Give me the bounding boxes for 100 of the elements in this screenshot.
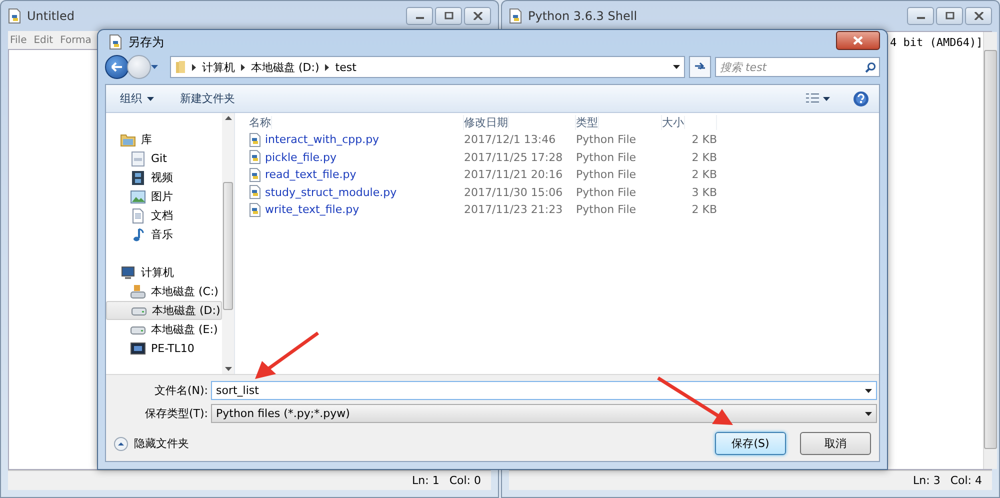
close-button[interactable] xyxy=(464,7,491,25)
back-button[interactable] xyxy=(105,55,129,79)
file-type: Python File xyxy=(576,186,638,199)
filename-field[interactable]: sort_list xyxy=(211,381,877,400)
image-icon xyxy=(130,190,146,204)
menu-item[interactable]: Forma xyxy=(60,34,92,46)
file-date: 2017/11/30 15:06 xyxy=(464,186,564,199)
close-icon xyxy=(853,36,863,44)
save-button[interactable]: 保存(S) xyxy=(715,432,786,455)
scroll-up-icon xyxy=(224,116,232,120)
nav-item[interactable]: 计算机 xyxy=(106,263,222,282)
breadcrumb-item[interactable]: 计算机 xyxy=(202,60,235,74)
file-date: 2017/11/21 20:16 xyxy=(464,168,564,182)
python-file-icon xyxy=(249,150,261,164)
dropdown-icon[interactable] xyxy=(865,388,872,392)
scrollbar[interactable] xyxy=(222,113,234,374)
nav-item[interactable]: 音乐 xyxy=(106,225,222,244)
dialog-title: 另存为 xyxy=(128,34,165,50)
close-icon xyxy=(974,12,984,20)
field-label: 文件名(N): xyxy=(153,383,209,398)
chevron-icon xyxy=(241,64,245,70)
maximize-button[interactable] xyxy=(435,7,462,25)
file-date: 2017/11/25 17:28 xyxy=(464,150,564,164)
column-header[interactable]: 大小 xyxy=(662,116,685,128)
close-button[interactable] xyxy=(965,7,992,25)
file-type: Python File xyxy=(576,168,638,182)
device-icon xyxy=(130,342,146,356)
file-date: 2017/11/23 21:23 xyxy=(464,203,564,216)
file-size: 2 KB xyxy=(690,150,717,164)
python-idle-icon xyxy=(8,8,22,24)
window-title: Python 3.6.3 Shell xyxy=(528,9,638,23)
collapse-icon xyxy=(114,436,128,450)
menu-item[interactable]: Edit xyxy=(34,34,54,46)
dropdown-icon[interactable] xyxy=(673,65,680,69)
python-file-icon xyxy=(249,168,261,182)
window-title: Untitled xyxy=(27,9,76,23)
field-label: 保存类型(T): xyxy=(144,406,209,421)
file-type: Python File xyxy=(576,133,638,146)
refresh-button[interactable] xyxy=(689,56,711,78)
breadcrumb-item[interactable]: test xyxy=(335,60,356,74)
new-folder-button[interactable]: 新建文件夹 xyxy=(176,89,239,108)
close-button[interactable] xyxy=(836,30,880,50)
nav-item[interactable]: 文档 xyxy=(106,206,222,225)
file-name[interactable]: write_text_file.py xyxy=(265,203,360,216)
file-type: Python File xyxy=(576,150,638,164)
address-bar[interactable]: 计算机 本地磁盘 (D:) test xyxy=(170,56,685,78)
maximize-button[interactable] xyxy=(936,7,963,25)
file-name[interactable]: interact_with_cpp.py xyxy=(265,133,380,146)
nav-item[interactable]: 本地磁盘 (E:) xyxy=(106,320,222,339)
file-name[interactable]: study_struct_module.py xyxy=(265,186,397,199)
nav-item[interactable]: 库 xyxy=(106,130,222,149)
nav-item[interactable]: Git xyxy=(106,149,222,168)
back-arrow-icon xyxy=(111,62,123,72)
column-header[interactable]: 类型 xyxy=(576,116,599,128)
nav-item[interactable]: PE-TL10 xyxy=(106,339,222,358)
file-name[interactable]: pickle_file.py xyxy=(265,150,337,164)
nav-item[interactable]: 视频 xyxy=(106,168,222,187)
file-date: 2017/12/1 13:46 xyxy=(464,133,557,146)
status-text: Ln: 1 xyxy=(412,474,440,487)
minimize-button[interactable] xyxy=(907,7,934,25)
list-view-icon xyxy=(805,92,831,104)
column-header[interactable]: 修改日期 xyxy=(464,116,509,128)
python-file-icon xyxy=(249,132,261,147)
drive-icon xyxy=(131,306,147,316)
document-icon xyxy=(130,208,146,224)
status-text: Col: 4 xyxy=(950,474,982,487)
nav-item[interactable]: 图片 xyxy=(106,187,222,206)
caret-icon xyxy=(147,96,154,100)
search-icon xyxy=(865,62,876,73)
drive-icon xyxy=(130,324,146,334)
close-icon xyxy=(472,12,482,20)
status-text: Col: 0 xyxy=(449,474,481,487)
organize-menu[interactable]: 组织 xyxy=(116,89,158,108)
drive-icon xyxy=(130,284,146,300)
python-file-icon xyxy=(249,185,261,200)
nav-item[interactable]: 本地磁盘 (D:) xyxy=(106,301,222,320)
shell-output: 4 bit (AMD64)] xyxy=(890,36,983,49)
status-text: Ln: 3 xyxy=(913,474,940,487)
search-field[interactable]: 搜索 test xyxy=(715,57,880,77)
scroll-down-icon xyxy=(224,367,232,371)
folder-icon xyxy=(120,132,136,146)
cancel-button[interactable]: 取消 xyxy=(800,432,871,455)
nav-item[interactable]: 本地磁盘 (C:) xyxy=(106,282,222,301)
column-header[interactable]: 名称 xyxy=(249,116,272,128)
filetype-dropdown[interactable]: Python files (*.py;*.pyw) xyxy=(211,404,877,423)
computer-icon xyxy=(120,266,136,280)
hide-folders-toggle[interactable]: 隐藏文件夹 xyxy=(114,436,189,451)
help-icon[interactable] xyxy=(853,90,869,106)
menu-item[interactable]: File xyxy=(10,34,27,46)
dropdown-icon xyxy=(865,412,872,416)
document-icon xyxy=(130,150,146,166)
file-name[interactable]: read_text_file.py xyxy=(265,168,356,182)
maximize-icon xyxy=(444,12,454,20)
chevron-icon xyxy=(325,64,330,70)
scrollbar[interactable] xyxy=(982,32,997,469)
file-size: 2 KB xyxy=(690,203,717,216)
refresh-icon xyxy=(694,62,706,72)
minimize-button[interactable] xyxy=(406,7,433,25)
breadcrumb-item[interactable]: 本地磁盘 (D:) xyxy=(251,60,320,74)
file-size: 2 KB xyxy=(690,133,717,146)
